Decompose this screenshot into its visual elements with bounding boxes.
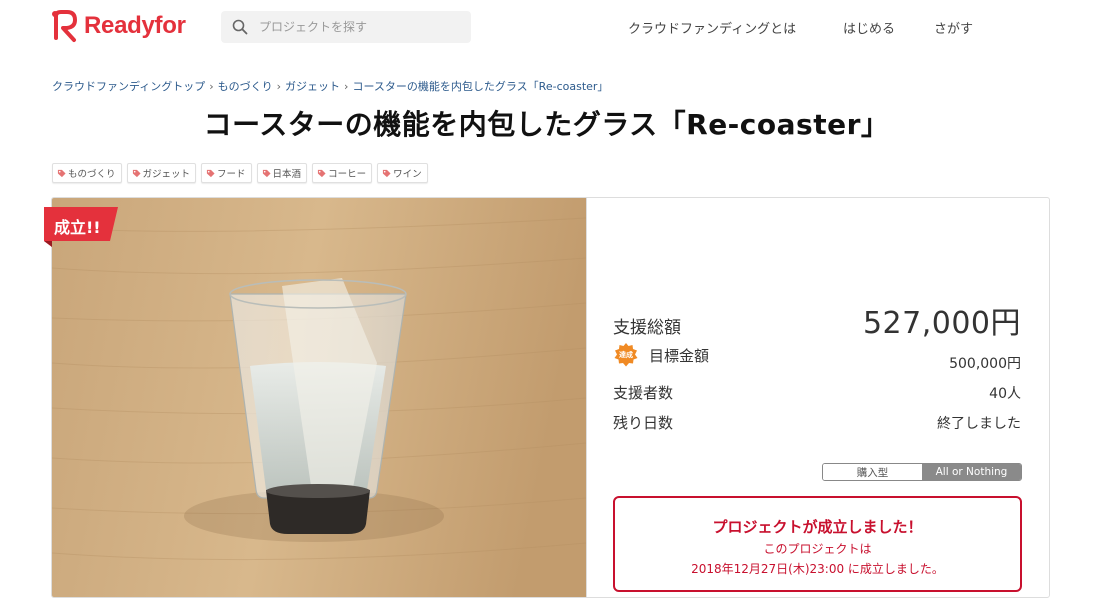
success-notice: プロジェクトが成立しました！ このプロジェクトは 2018年12月27日(木)2… [613,496,1022,592]
tag-label: フード [217,169,246,180]
breadcrumb: クラウドファンディングトップ › ものづくり › ガジェット › コースターの機能を内包した… [52,78,608,94]
project-type-toggle: 購入型 All or Nothing [822,463,1022,481]
total-value: 527,000円 [862,306,1021,341]
goal-label: 目標金額 [649,346,710,365]
goal-label-group: 達成 目標金額 [613,342,709,368]
success-badge: 成立!! [54,218,101,237]
breadcrumb-item-gadget[interactable]: ガジェット [285,80,340,93]
tag-gadget[interactable]: ガジェット [126,163,197,183]
goal-row: 達成 目標金額 500,000円 [613,342,1021,373]
days-label: 残り日数 [613,414,674,432]
tag-icon [262,169,271,177]
goal-value: 500,000円 [949,356,1021,372]
page-title: コースターの機能を内包したグラス「Re-coaster」 [203,108,890,141]
tag-label: ガジェット [142,169,191,180]
tag-icon [132,169,141,177]
project-photo[interactable] [52,198,586,598]
days-row: 残り日数 終了しました [613,412,1021,433]
tag-icon [206,169,215,177]
tag-coffee[interactable]: コーヒー [312,163,373,183]
success-line-1: このプロジェクトは [763,542,872,556]
success-line-2: 2018年12月27日(木)23:00 に成立しました。 [691,562,944,576]
tag-label: コーヒー [328,169,367,180]
success-title: プロジェクトが成立しました！ [712,518,923,536]
breadcrumb-item-top[interactable]: クラウドファンディングトップ [52,80,205,93]
total-row: 支援総額 527,000円 [613,298,1021,342]
breadcrumb-item-monozukuri[interactable]: ものづくり [218,80,273,93]
tag-label: ものづくり [68,169,116,180]
main-nav: クラウドファンディングとは はじめる さがす [0,18,1093,37]
breadcrumb-item-project[interactable]: コースターの機能を内包したグラス「Re-coaster」 [352,80,608,93]
nav-start[interactable]: はじめる [843,18,895,37]
tag-monozukuri[interactable]: ものづくり [52,163,122,183]
card-divider [586,198,587,597]
tag-list: ものづくり ガジェット フード 日本酒 コーヒー ワイン [52,163,428,183]
tag-icon [317,169,326,177]
tag-wine[interactable]: ワイン [377,163,428,183]
nav-search[interactable]: さがす [934,18,973,37]
days-value: 終了しました [937,416,1021,432]
tag-label: 日本酒 [272,169,302,180]
breadcrumb-separator: › [276,80,282,93]
nav-about-crowdfunding[interactable]: クラウドファンディングとは [628,18,796,37]
tag-label: ワイン [393,169,422,180]
achieved-seal-text: 達成 [619,351,633,359]
type-purchase: 購入型 [823,464,922,480]
type-all-or-nothing: All or Nothing [922,464,1021,480]
achieved-seal-icon: 達成 [613,342,639,368]
backers-value: 40人 [989,386,1021,402]
breadcrumb-separator: › [344,80,349,93]
tag-sake[interactable]: 日本酒 [256,163,308,183]
backers-row: 支援者数 40人 [613,382,1021,403]
tag-icon [382,169,391,177]
site-header: Readyfor クラウドファンディングとは はじめる さがす [0,0,1093,54]
tag-food[interactable]: フード [201,163,252,183]
total-label: 支援総額 [613,318,681,338]
backers-label: 支援者数 [613,384,674,402]
tag-icon [57,169,66,177]
breadcrumb-separator: › [209,80,214,93]
